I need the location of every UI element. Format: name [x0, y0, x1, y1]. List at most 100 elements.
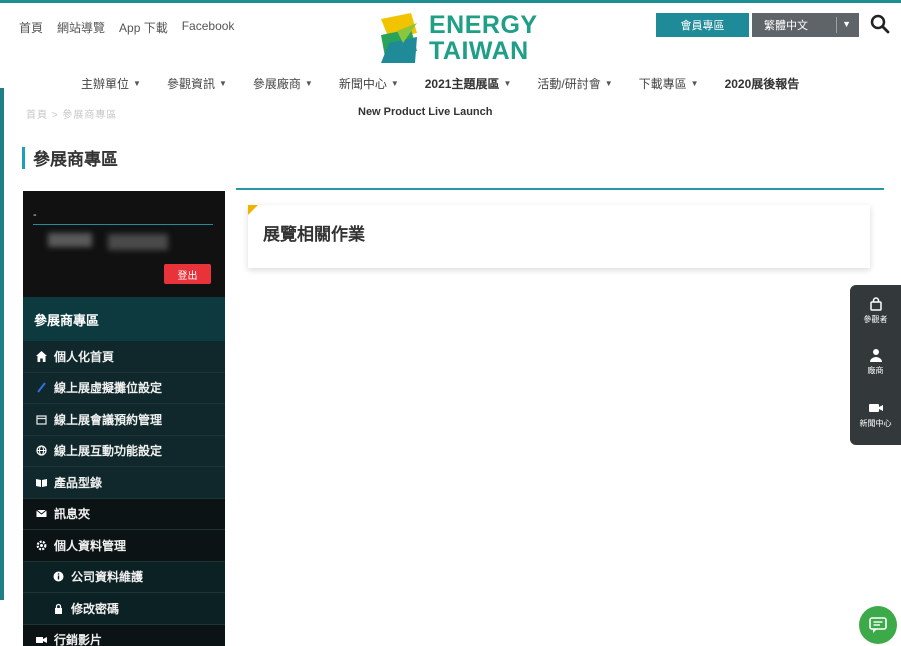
sidebar-item-label: 產品型錄 — [54, 475, 103, 490]
title-accent-bar — [22, 146, 25, 169]
chevron-down-icon: ▼ — [390, 79, 399, 88]
float-label: 新聞中心 — [859, 419, 892, 428]
breadcrumb[interactable]: 首頁 > 參展商專區 — [26, 106, 117, 121]
nav-item-events[interactable]: 活動/研討會 ▼ — [537, 75, 612, 92]
shopping-bag-icon — [869, 297, 882, 311]
chevron-down-icon: ▼ — [690, 79, 699, 88]
energy-taiwan-logo[interactable]: ENERGY TAIWAN — [381, 12, 543, 64]
top-accent-line — [0, 0, 901, 3]
person-icon — [869, 349, 882, 362]
language-divider — [836, 17, 837, 33]
sidebar-item-marketing-video[interactable]: 行銷影片 — [23, 624, 225, 646]
book-icon — [34, 477, 48, 488]
nav-item-exhibitors[interactable]: 參展廠商 ▼ — [253, 75, 313, 92]
home-icon — [34, 350, 48, 362]
card-corner-accent — [248, 205, 258, 215]
globe-icon — [34, 445, 48, 456]
blurred-user-info — [108, 234, 168, 250]
chevron-down-icon: ▼ — [604, 79, 613, 88]
nav-label: 參展廠商 — [252, 77, 301, 91]
logo-line1: ENERGY — [429, 11, 538, 39]
sidebar-item-profile[interactable]: 個人資料管理 — [23, 530, 225, 562]
main-nav: 主辦單位 ▼ 參觀資訊 ▼ 參展廠商 ▼ 新聞中心 ▼ 2021主題展區 ▼ 活動/研討會… — [81, 75, 825, 92]
logo-text: ENERGY TAIWAN — [429, 12, 538, 64]
page-title: 參展商專區 — [22, 145, 118, 170]
logout-button[interactable]: 登出 — [164, 264, 211, 284]
search-icon[interactable] — [869, 13, 891, 35]
video-icon — [34, 634, 48, 645]
exhibition-operations-card: 展覽相關作業 — [248, 205, 870, 268]
sidebar-item-label: 個人化首頁 — [54, 349, 115, 364]
nav-label: 參觀資訊 — [166, 77, 215, 91]
caret-down-icon: ▼ — [842, 19, 851, 29]
sidebar-subitem-change-password[interactable]: 修改密碼 — [23, 593, 225, 625]
float-label: 參觀者 — [863, 315, 888, 324]
language-value: 繁體中文 — [764, 20, 808, 32]
sidebar-item-label: 個人資料管理 — [54, 538, 127, 553]
nav-item-post-show-report[interactable]: 2020展後報告 — [725, 75, 800, 92]
nav-label: 2020展後報告 — [724, 77, 800, 91]
float-item-exhibitor[interactable]: 廠商 — [850, 348, 901, 376]
nav-item-organizer[interactable]: 主辦單位 ▼ — [81, 75, 141, 92]
chat-bubble-icon — [869, 617, 887, 633]
chevron-down-icon: ▼ — [218, 79, 227, 88]
nav-item-downloads[interactable]: 下載專區 ▼ — [639, 75, 699, 92]
user-underline — [33, 224, 213, 225]
blurred-user-info — [48, 233, 92, 247]
chevron-down-icon: ▼ — [304, 79, 313, 88]
gear-icon — [34, 540, 48, 551]
logo-mark-icon — [381, 13, 417, 63]
nav-label: 2021主題展區 — [424, 77, 500, 91]
sidebar-item-label: 行銷影片 — [54, 633, 103, 646]
float-label: 廠商 — [867, 366, 884, 375]
card-title: 展覽相關作業 — [263, 225, 365, 244]
top-link-facebook[interactable]: Facebook — [182, 19, 235, 36]
sidebar-item-meeting-booking[interactable]: 線上展會議預約管理 — [23, 404, 225, 436]
top-link-sitemap[interactable]: 網站導覽 — [57, 19, 105, 36]
sidebar-item-label: 訊息夾 — [54, 507, 91, 522]
sidebar-item-label: 線上展虛擬攤位設定 — [54, 381, 163, 396]
lock-icon — [51, 603, 65, 614]
pencil-icon — [34, 382, 48, 393]
top-link-home[interactable]: 首頁 — [19, 19, 43, 36]
sidebar-item-label: 線上展會議預約管理 — [54, 412, 163, 427]
float-item-news[interactable]: 新聞中心 — [850, 401, 901, 429]
nav-label: 下載專區 — [638, 77, 687, 91]
member-area-button[interactable]: 會員專區 — [656, 13, 749, 37]
logo-line2: TAIWAN — [429, 37, 529, 65]
nav-label: 活動/研討會 — [537, 77, 601, 91]
sidebar-heading: 參展商專區 — [23, 297, 225, 341]
sidebar-item-interaction-settings[interactable]: 線上展互動功能設定 — [23, 435, 225, 467]
sidebar-user-panel: - 登出 — [23, 191, 225, 297]
language-select[interactable]: 繁體中文 ▼ — [752, 13, 859, 37]
nav-label: 新聞中心 — [338, 77, 387, 91]
sidebar: - 登出 參展商專區 個人化首頁 線上展虛擬攤位設定 線上展會議預約管理 線上展… — [23, 191, 225, 646]
sidebar-subitem-company-info[interactable]: 公司資料維護 — [23, 561, 225, 593]
info-icon — [51, 571, 65, 582]
nav-item-news[interactable]: 新聞中心 ▼ — [339, 75, 399, 92]
user-dash: - — [33, 209, 37, 221]
left-accent-bar — [0, 88, 4, 600]
chat-button[interactable] — [859, 606, 897, 644]
float-item-visitor[interactable]: 參觀者 — [850, 297, 901, 325]
sidebar-item-messages[interactable]: 訊息夾 — [23, 498, 225, 530]
chevron-down-icon: ▼ — [133, 79, 141, 88]
sidebar-item-virtual-booth[interactable]: 線上展虛擬攤位設定 — [23, 372, 225, 404]
envelope-icon — [34, 508, 48, 519]
content-top-line — [236, 188, 884, 190]
live-launch-link[interactable]: New Product Live Launch — [358, 106, 492, 118]
sidebar-item-label: 公司資料維護 — [71, 570, 144, 585]
nav-item-theme-pavilions[interactable]: 2021主題展區 ▼ — [425, 75, 512, 92]
sidebar-item-label: 修改密碼 — [71, 601, 120, 616]
sidebar-item-product-catalog[interactable]: 產品型錄 — [23, 467, 225, 499]
video-camera-icon — [868, 404, 883, 412]
sidebar-item-label: 線上展互動功能設定 — [54, 444, 163, 459]
top-link-app[interactable]: App 下載 — [119, 19, 168, 36]
sidebar-item-personal-home[interactable]: 個人化首頁 — [23, 341, 225, 373]
top-links: 首頁 網站導覽 App 下載 Facebook — [19, 19, 234, 36]
nav-label: 主辦單位 — [81, 77, 130, 91]
floating-quick-bar: 參觀者 廠商 新聞中心 — [850, 285, 901, 445]
page-title-text: 參展商專區 — [33, 150, 118, 169]
nav-item-visitor-info[interactable]: 參觀資訊 ▼ — [167, 75, 227, 92]
chevron-down-icon: ▼ — [503, 79, 512, 88]
